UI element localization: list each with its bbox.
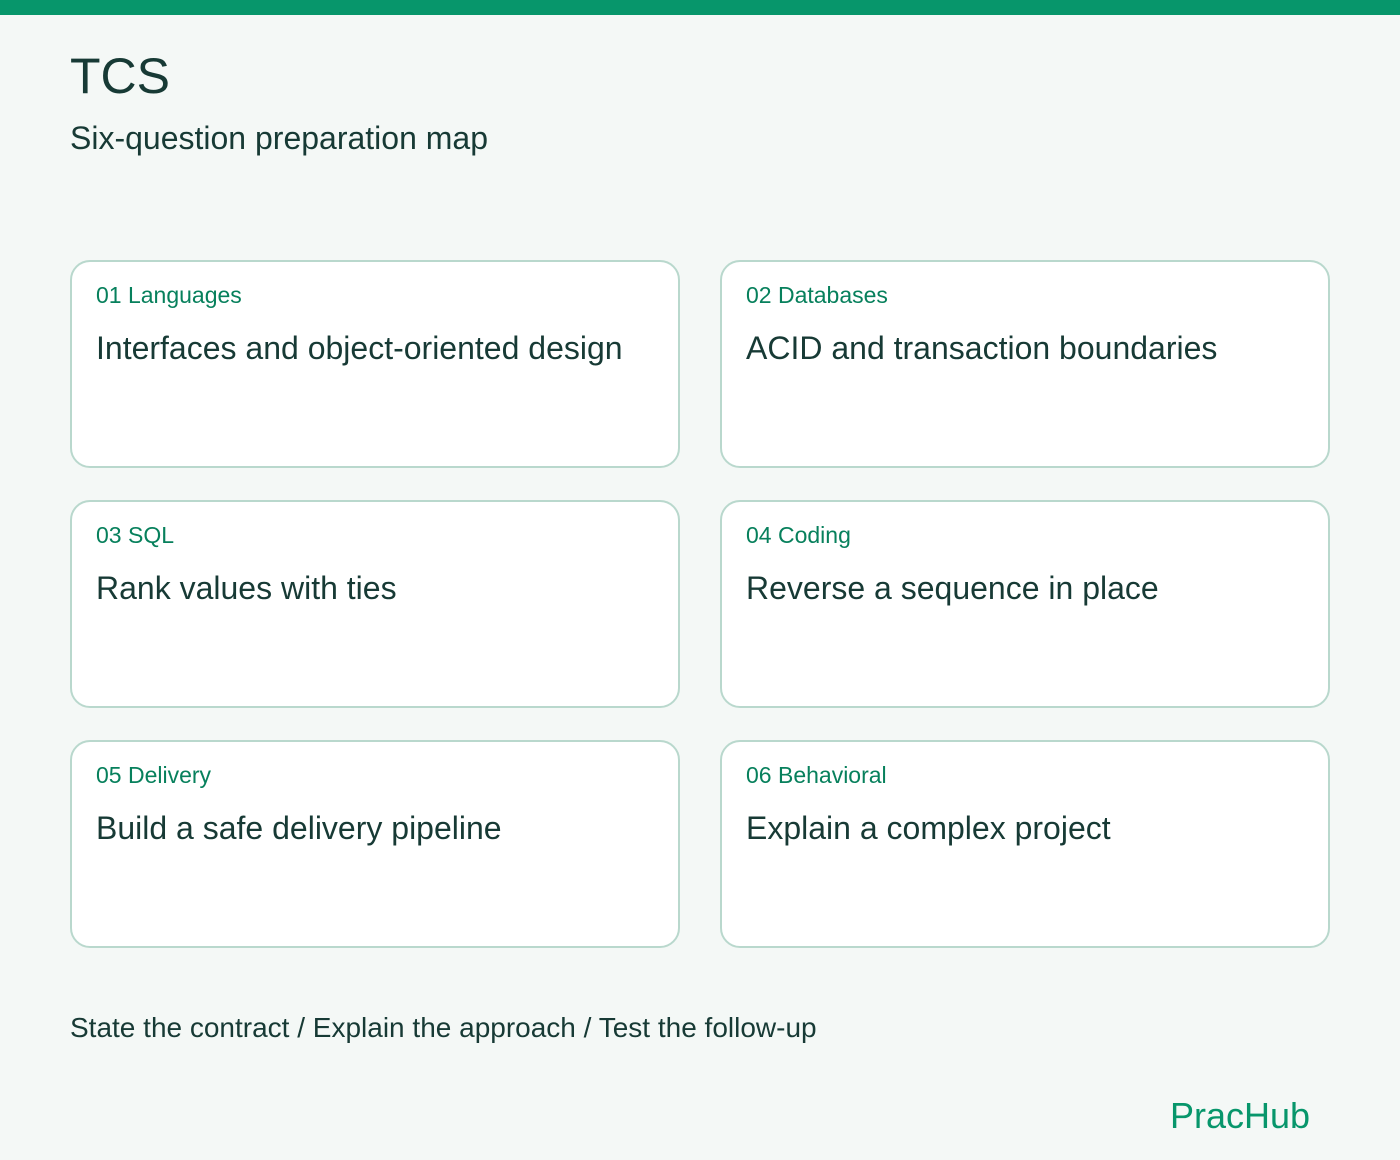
card-tag: 03 SQL (96, 522, 174, 548)
question-card-databases[interactable]: 02 Databases ACID and transaction bounda… (720, 260, 1330, 468)
card-heading: ACID and transaction boundaries (746, 330, 1218, 366)
question-card-sql[interactable]: 03 SQL Rank values with ties (70, 500, 680, 708)
question-card-behavioral[interactable]: 06 Behavioral Explain a complex project (720, 740, 1330, 948)
question-card-coding[interactable]: 04 Coding Reverse a sequence in place (720, 500, 1330, 708)
card-heading: Rank values with ties (96, 570, 397, 606)
page-title: TCS (70, 48, 170, 104)
card-tag: 04 Coding (746, 522, 851, 548)
question-card-languages[interactable]: 01 Languages Interfaces and object-orien… (70, 260, 680, 468)
card-heading: Reverse a sequence in place (746, 570, 1159, 606)
footer-note: State the contract / Explain the approac… (70, 1012, 817, 1043)
question-card-delivery[interactable]: 05 Delivery Build a safe delivery pipeli… (70, 740, 680, 948)
brand-logo-text: PracHub (1170, 1095, 1311, 1136)
card-tag: 05 Delivery (96, 762, 212, 788)
card-tag: 02 Databases (746, 282, 888, 308)
card-tag: 06 Behavioral (746, 762, 887, 788)
page-subtitle: Six-question preparation map (70, 120, 489, 156)
card-heading: Build a safe delivery pipeline (96, 810, 502, 846)
card-heading: Explain a complex project (746, 810, 1111, 846)
top-accent-bar (0, 0, 1400, 15)
card-heading: Interfaces and object-oriented design (96, 330, 623, 366)
card-tag: 01 Languages (96, 282, 242, 308)
